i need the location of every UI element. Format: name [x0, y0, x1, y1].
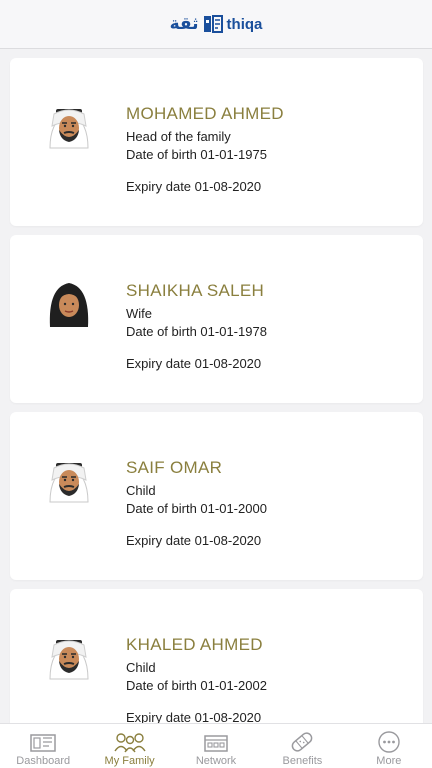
member-name: MOHAMED AHMED [126, 104, 284, 123]
member-dob: Date of birth 01-01-2000 [126, 501, 267, 516]
thiqa-logo: ثقة thiqa [170, 14, 263, 34]
member-relation: Child [126, 660, 156, 675]
member-relation: Child [126, 483, 156, 498]
tab-label: Benefits [282, 755, 323, 767]
member-name: SAIF OMAR [126, 458, 223, 477]
logo-english-text: thiqa [226, 15, 263, 33]
man-ghutra-avatar-icon [49, 640, 89, 680]
tab-dashboard[interactable]: Dashboard [0, 724, 86, 768]
tab-label: My Family [104, 755, 155, 767]
member-dob: Date of birth 01-01-1978 [126, 324, 267, 339]
app-header: ثقة thiqa [0, 0, 432, 49]
tab-label: More [376, 755, 402, 767]
woman-hijab-avatar-icon [49, 283, 89, 327]
dashboard-icon [30, 734, 56, 752]
tab-benefits[interactable]: Benefits [259, 724, 345, 768]
bandage-icon [292, 732, 313, 752]
member-name: SHAIKHA SALEH [126, 281, 265, 300]
family-member-card[interactable]: SHAIKHA SALEH Wife Date of birth 01-01-1… [10, 235, 423, 403]
network-building-icon [204, 735, 228, 752]
bottom-tab-bar: Dashboard My Family Network Benefits Mor… [0, 723, 432, 768]
family-member-card[interactable]: MOHAMED AHMED Head of the family Date of… [10, 58, 423, 226]
family-member-card[interactable]: SAIF OMAR Child Date of birth 01-01-2000… [10, 412, 423, 580]
tab-network[interactable]: Network [173, 724, 259, 768]
member-expiry: Expiry date 01-08-2020 [126, 356, 262, 371]
tab-my-family[interactable]: My Family [86, 724, 172, 768]
member-dob: Date of birth 01-01-1975 [126, 147, 267, 162]
man-ghutra-avatar-icon [49, 109, 89, 149]
member-expiry: Expiry date 01-08-2020 [126, 179, 262, 194]
tab-label: Network [195, 755, 237, 767]
member-relation: Wife [126, 306, 152, 321]
tab-more[interactable]: More [346, 724, 432, 768]
tab-label: Dashboard [16, 755, 71, 767]
member-expiry: Expiry date 01-08-2020 [126, 533, 262, 548]
family-icon [114, 733, 146, 753]
man-ghutra-avatar-icon [49, 463, 89, 503]
member-relation: Head of the family [126, 129, 231, 144]
member-name: KHALED AHMED [126, 635, 263, 654]
member-dob: Date of birth 01-01-2002 [126, 678, 267, 693]
logo-arabic-text: ثقة [169, 14, 199, 34]
thiqa-logo-mark-icon [203, 15, 223, 33]
family-member-list: MOHAMED AHMED Head of the family Date of… [10, 58, 423, 766]
more-dots-icon [378, 731, 400, 753]
